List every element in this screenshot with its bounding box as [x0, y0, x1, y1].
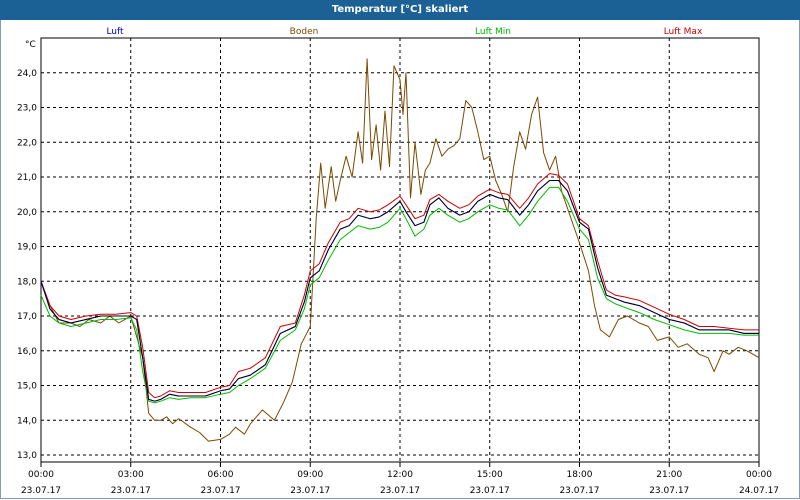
y-tick-label: 24,0	[17, 69, 37, 79]
x-tick-time: 21:00	[656, 470, 682, 480]
chart-title-bar: Temperatur [°C] skaliert	[0, 0, 800, 20]
y-tick-label: 21,0	[17, 173, 37, 183]
x-tick-date: 23.07.17	[200, 486, 240, 496]
y-axis-unit: °C	[25, 40, 36, 50]
x-tick-time: 18:00	[567, 470, 593, 480]
legend-entry: Luft Max	[664, 27, 703, 37]
x-tick-time: 15:00	[477, 470, 503, 480]
legend-entry: Luft	[106, 27, 124, 37]
x-tick-time: 03:00	[118, 470, 144, 480]
legend-entry: Luft Min	[475, 27, 511, 37]
x-tick-date: 23.07.17	[380, 486, 420, 496]
x-tick-date: 24.07.17	[739, 486, 779, 496]
chart-title: Temperatur [°C] skaliert	[331, 4, 469, 15]
x-tick-date: 23.07.17	[470, 486, 510, 496]
y-tick-label: 23,0	[17, 104, 37, 114]
x-tick-time: 09:00	[297, 470, 323, 480]
x-tick-date: 23.07.17	[21, 486, 61, 496]
legend: Luft Boden Luft Min Luft Max	[106, 27, 703, 37]
temperature-chart: Luft Boden Luft Min Luft Max 13,0 14,0 15,0 16…	[17, 27, 779, 496]
x-tick-date: 23.07.17	[290, 486, 330, 496]
x-tick-time: 00:00	[28, 470, 54, 480]
y-tick-label: 14,0	[17, 416, 37, 426]
x-tick-date: 23.07.17	[559, 486, 599, 496]
x-tick-time: 12:00	[387, 470, 413, 480]
x-tick-time: 06:00	[208, 470, 234, 480]
y-tick-label: 17,0	[17, 312, 37, 322]
y-tick-label: 15,0	[17, 382, 37, 392]
axes: 13,0 14,0 15,0 16,0 17,0 18,0 19,0 20,0 21,0 22,0…	[17, 37, 779, 496]
x-tick-date: 23.07.17	[649, 486, 689, 496]
x-tick-time: 00:00	[746, 470, 772, 480]
legend-entry: Boden	[290, 27, 319, 37]
y-tick-label: 20,0	[17, 208, 37, 218]
y-tick-label: 16,0	[17, 347, 37, 357]
y-tick-label: 18,0	[17, 277, 37, 287]
y-tick-label: 13,0	[17, 451, 37, 461]
chart-frame: Luft Boden Luft Min Luft Max 13,0 14,0 15,0 16…	[0, 20, 800, 499]
x-tick-date: 23.07.17	[111, 486, 151, 496]
y-tick-label: 22,0	[17, 138, 37, 148]
y-tick-label: 19,0	[17, 243, 37, 253]
